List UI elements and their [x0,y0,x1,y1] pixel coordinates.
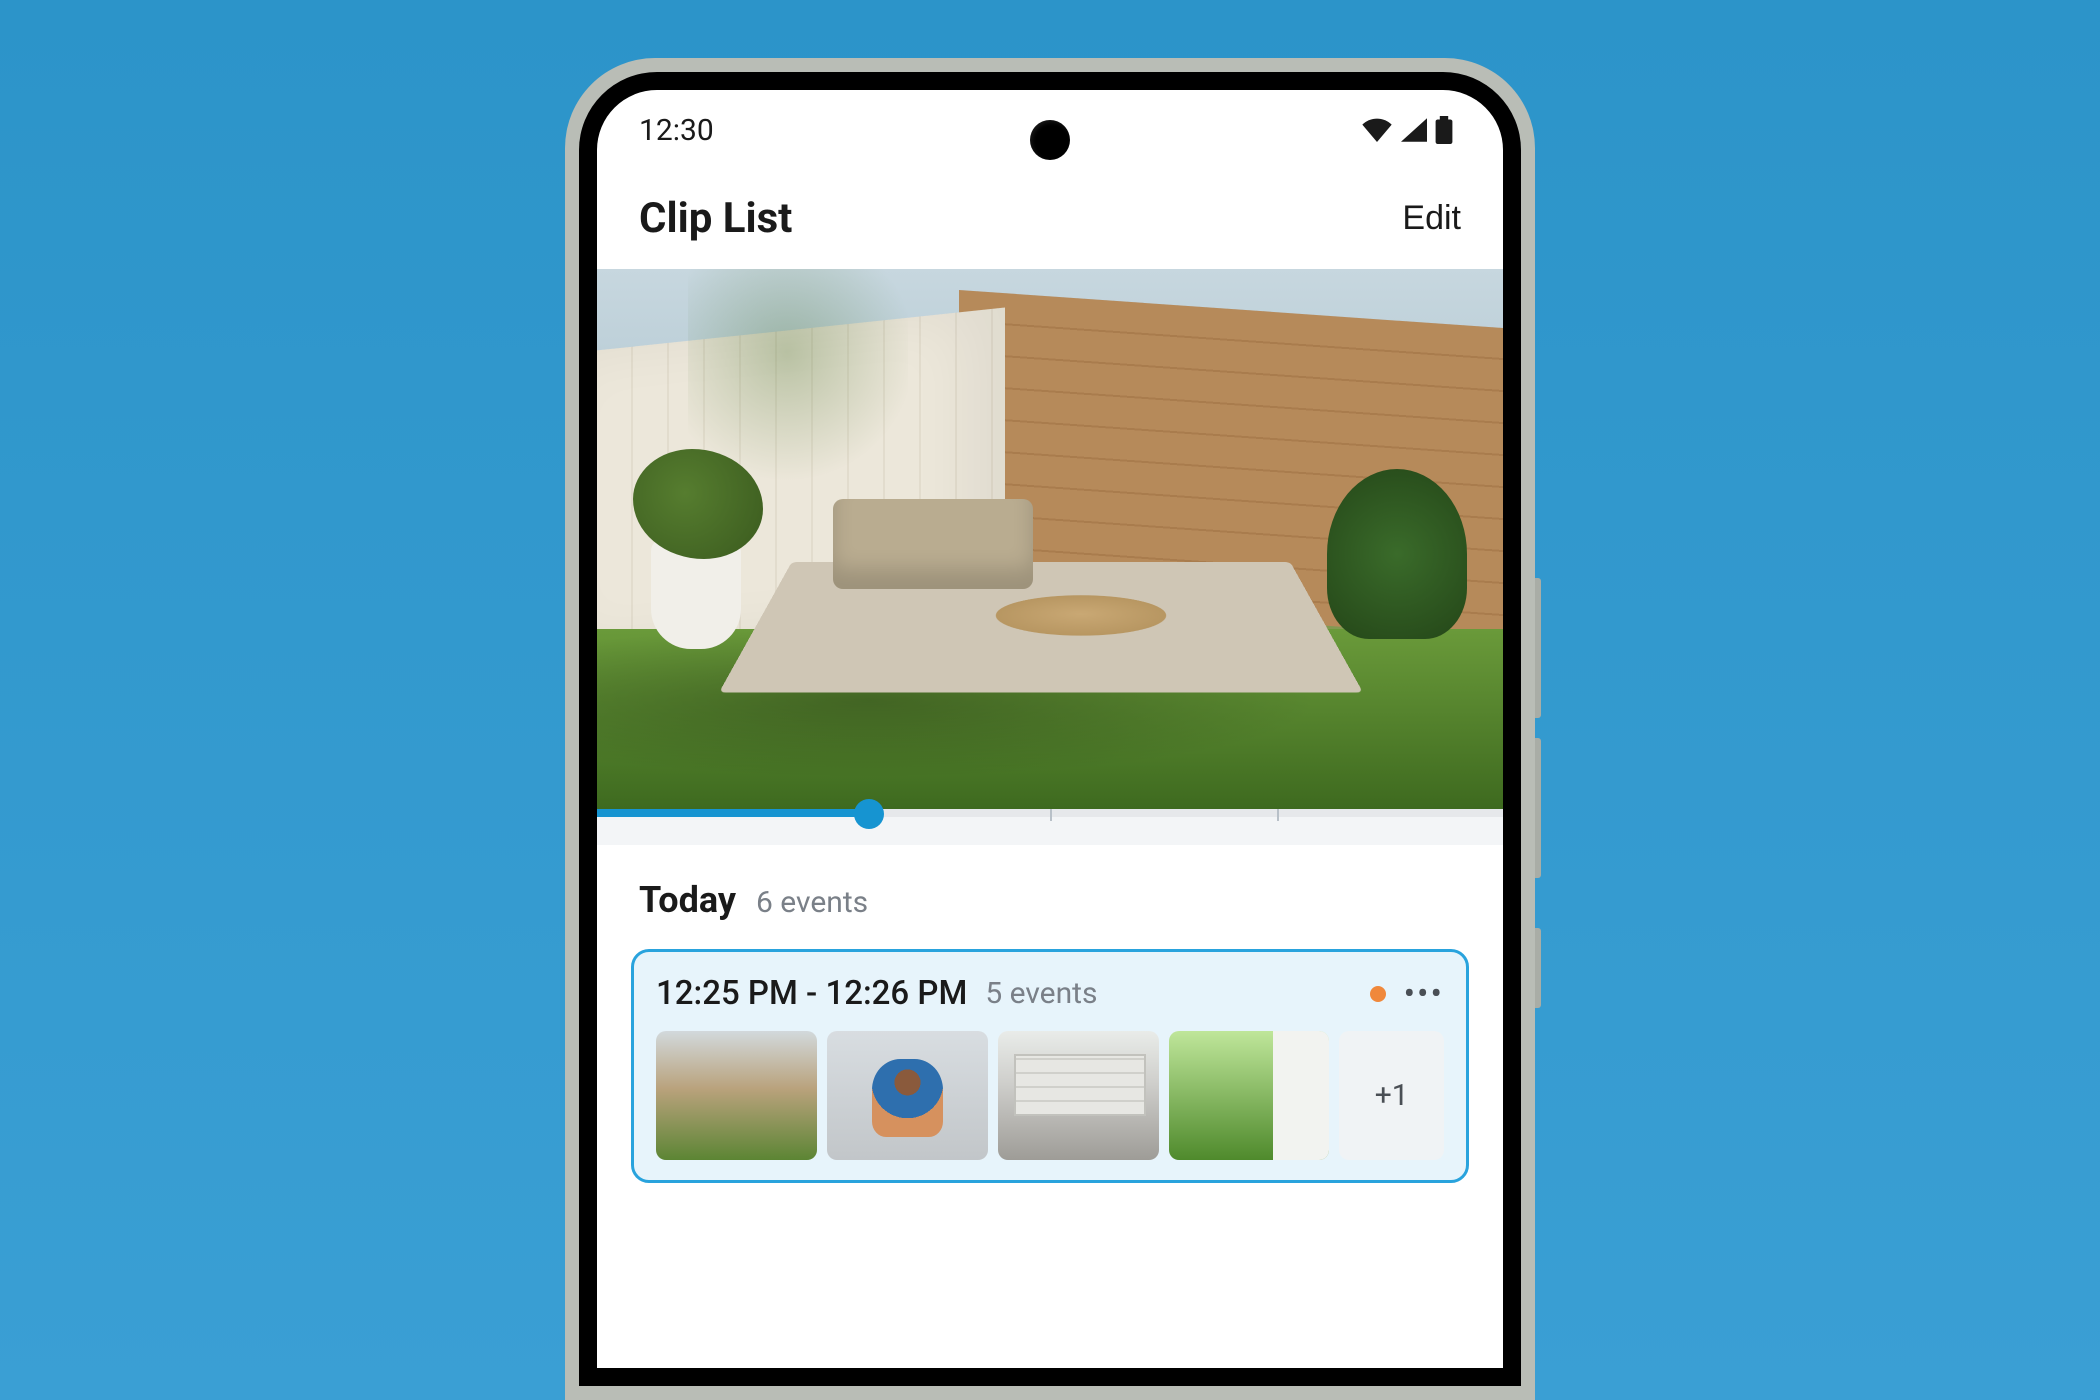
volume-down-button [1535,738,1541,878]
section-event-count: 6 events [756,885,868,920]
screen: 12:30 Clip List Edit [597,90,1503,1368]
app-header: Clip List Edit [597,170,1503,269]
wifi-icon [1361,118,1393,142]
power-button [1535,928,1541,1008]
front-camera-hole [1030,120,1070,160]
clip-thumbnail[interactable] [656,1031,817,1160]
section-title: Today [639,879,736,921]
status-time: 12:30 [639,113,714,148]
clip-thumbnail[interactable] [827,1031,988,1160]
clip-thumbnail-overflow[interactable]: +1 [1339,1031,1444,1160]
section-header: Today 6 events [597,845,1503,939]
clip-preview[interactable] [597,269,1503,809]
clip-thumbnail-row: +1 [656,1031,1444,1160]
clip-group-card[interactable]: 12:25 PM - 12:26 PM 5 events ••• +1 [631,949,1469,1183]
cellular-icon [1401,118,1427,142]
timeline-scrubber[interactable] [597,809,1503,845]
battery-icon [1435,116,1453,144]
edit-button[interactable]: Edit [1402,199,1461,238]
volume-up-button [1535,578,1541,718]
phone-frame: 12:30 Clip List Edit [565,58,1535,1400]
clip-event-count: 5 events [985,976,1097,1011]
clip-time-range: 12:25 PM - 12:26 PM [656,974,967,1013]
scrubber-thumb[interactable] [854,799,884,829]
clip-thumbnail[interactable] [998,1031,1159,1160]
clip-thumbnail[interactable] [1169,1031,1330,1160]
status-dot-icon [1370,986,1386,1002]
page-title: Clip List [639,194,792,243]
